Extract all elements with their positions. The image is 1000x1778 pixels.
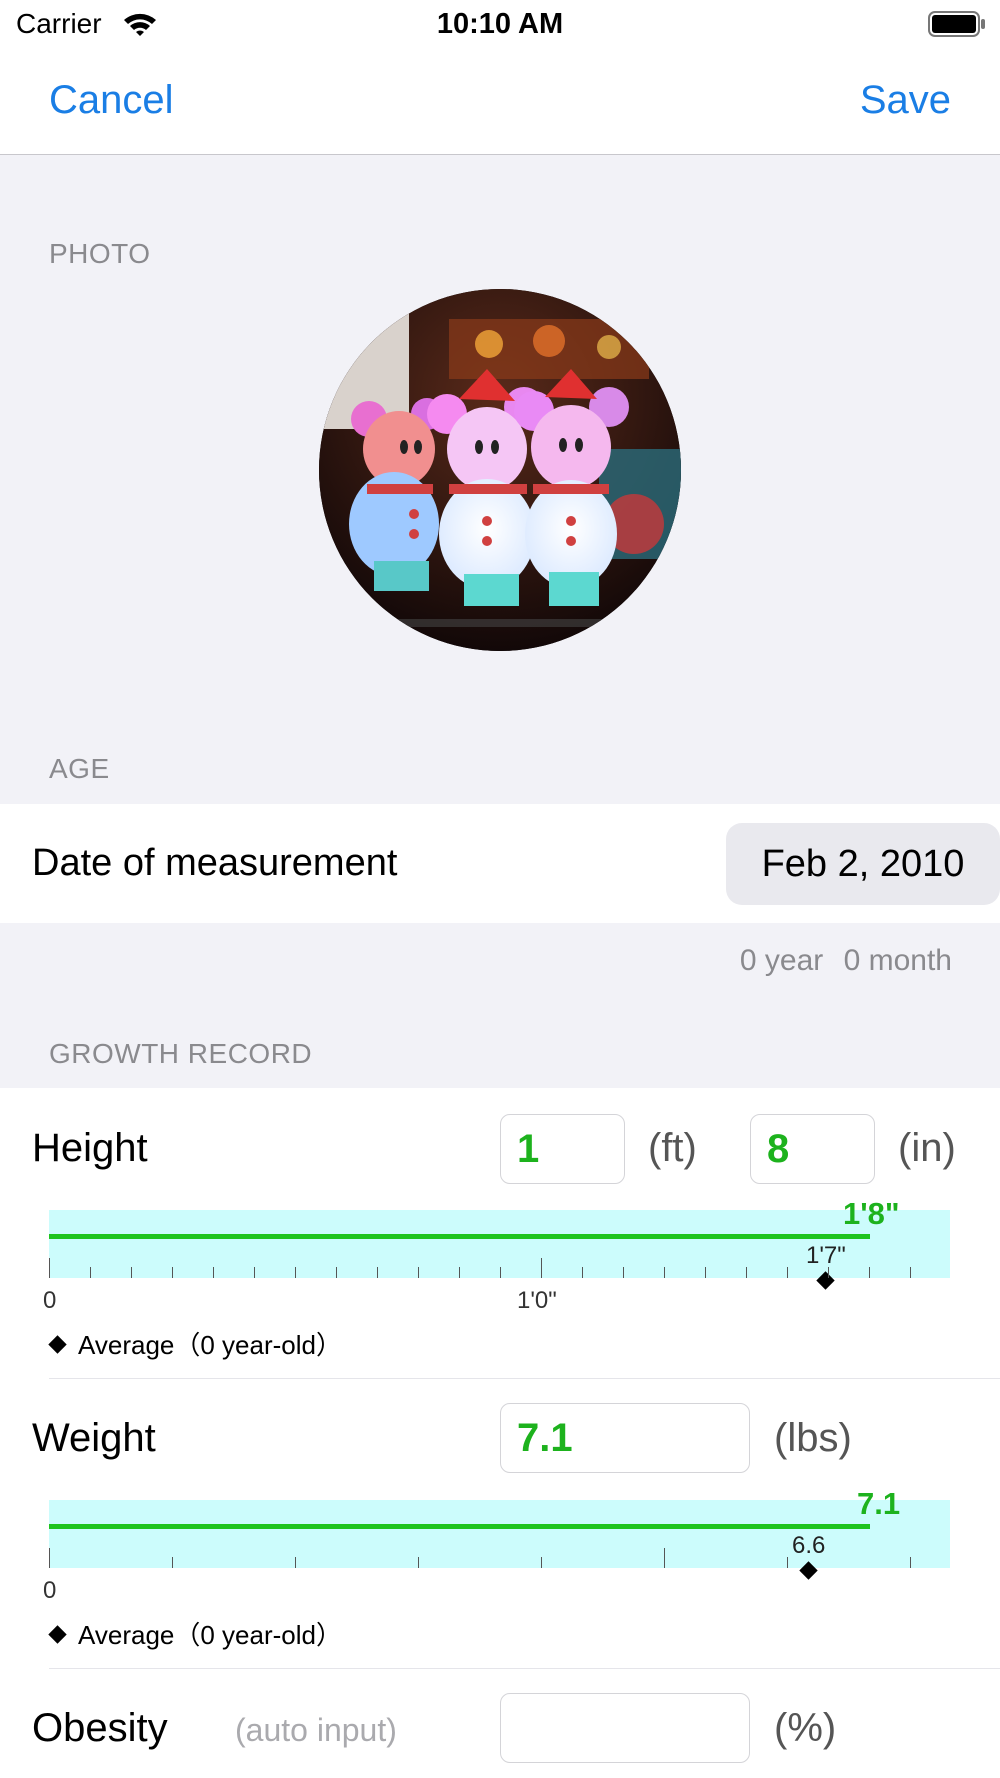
height-legend-text: Average（0 year-old） — [78, 1330, 342, 1360]
weight-gauge-value: 7.1 — [857, 1486, 901, 1521]
gauge-tick — [541, 1258, 542, 1278]
height-inches-input[interactable] — [750, 1114, 875, 1184]
gauge-tick — [418, 1267, 419, 1278]
gauge-tick — [664, 1267, 665, 1278]
height-gauge: 1'8" 1'7" — [49, 1196, 950, 1290]
growth-section-header: GROWTH RECORD — [49, 1038, 313, 1069]
gauge-tick — [459, 1267, 460, 1278]
gauge-tick — [787, 1557, 788, 1568]
height-inches-unit: (in) — [898, 1126, 956, 1170]
obesity-unit: (%) — [774, 1706, 837, 1750]
gauge-tick — [49, 1548, 50, 1568]
save-button[interactable]: Save — [860, 78, 951, 123]
gauge-tick — [295, 1557, 296, 1568]
weight-unit: (lbs) — [774, 1416, 852, 1460]
gauge-tick — [705, 1267, 706, 1278]
height-gauge-value: 1'8" — [843, 1196, 900, 1231]
date-row: Date of measurement Feb 2, 2010 — [0, 804, 1000, 923]
age-years: 0 year — [739, 944, 824, 977]
obesity-hint: (auto input) — [235, 1712, 397, 1748]
height-label: Height — [32, 1126, 148, 1170]
gauge-tick — [746, 1267, 747, 1278]
gauge-tick — [541, 1557, 542, 1568]
gauge-tick — [582, 1267, 583, 1278]
age-months: 0 month — [843, 944, 952, 977]
gauge-tick — [787, 1267, 788, 1278]
photo-section-header: PHOTO — [49, 238, 151, 269]
obesity-input[interactable] — [500, 1693, 750, 1763]
height-feet-unit: (ft) — [648, 1126, 697, 1170]
gauge-tick — [828, 1267, 829, 1278]
gauge-tick — [910, 1557, 911, 1568]
date-label: Date of measurement — [32, 842, 398, 884]
weight-tick-zero: 0 — [43, 1577, 57, 1604]
height-average-label: 1'7" — [806, 1242, 846, 1269]
weight-gauge: 7.1 6.6 — [49, 1486, 950, 1580]
weight-input[interactable] — [500, 1403, 750, 1473]
gauge-tick — [213, 1267, 214, 1278]
obesity-label: Obesity — [32, 1706, 168, 1750]
height-gauge-bar — [49, 1234, 870, 1239]
height-legend: Average（0 year-old） — [48, 1325, 342, 1362]
photo-image — [319, 289, 681, 651]
height-feet-input[interactable] — [500, 1114, 625, 1184]
gauge-tick — [172, 1267, 173, 1278]
gauge-tick — [336, 1267, 337, 1278]
gauge-tick — [254, 1267, 255, 1278]
age-readout: 0 year 0 month — [728, 944, 952, 978]
gauge-tick — [131, 1267, 132, 1278]
gauge-tick — [623, 1267, 624, 1278]
clock: 10:10 AM — [436, 8, 564, 40]
divider — [49, 1668, 1000, 1669]
cancel-button[interactable]: Cancel — [49, 78, 174, 123]
weight-average-label: 6.6 — [792, 1532, 826, 1559]
age-section-header: AGE — [49, 753, 110, 784]
height-tick-zero: 0 — [43, 1287, 57, 1314]
profile-photo[interactable] — [319, 289, 681, 651]
divider — [49, 1378, 1000, 1379]
legend-diamond-icon — [48, 1625, 67, 1644]
gauge-tick — [664, 1548, 665, 1568]
weight-legend: Average（0 year-old） — [48, 1615, 342, 1652]
nav-bar: Cancel Save — [0, 50, 1000, 155]
gauge-tick — [500, 1267, 501, 1278]
gauge-tick — [910, 1267, 911, 1278]
weight-legend-text: Average（0 year-old） — [78, 1620, 342, 1650]
status-bar: Carrier 10:10 AM — [0, 0, 1000, 50]
gauge-tick — [377, 1267, 378, 1278]
gauge-tick — [418, 1557, 419, 1568]
gauge-tick — [172, 1557, 173, 1568]
legend-diamond-icon — [48, 1335, 67, 1354]
gauge-tick — [49, 1258, 50, 1278]
height-tick-mid: 1'0" — [517, 1287, 557, 1314]
gauge-tick — [295, 1267, 296, 1278]
battery-icon — [928, 11, 985, 37]
weight-label: Weight — [32, 1416, 156, 1460]
gauge-tick — [869, 1267, 870, 1278]
date-picker-button[interactable]: Feb 2, 2010 — [726, 823, 1000, 905]
weight-gauge-bar — [49, 1524, 870, 1529]
gauge-tick — [90, 1267, 91, 1278]
